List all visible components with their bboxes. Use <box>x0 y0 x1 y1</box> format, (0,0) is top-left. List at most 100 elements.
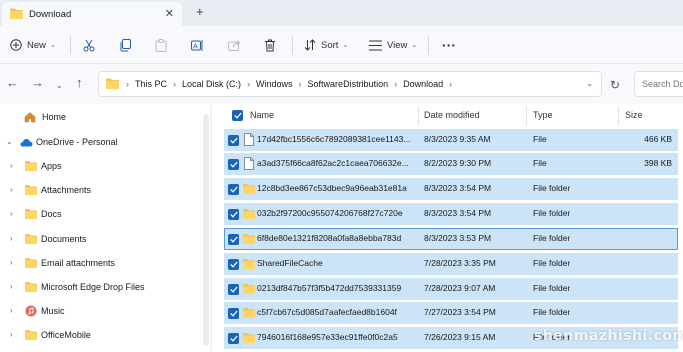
address-bar[interactable]: › This PC › Local Disk (C:) › Windows › … <box>98 71 602 97</box>
breadcrumb-this-pc[interactable]: This PC <box>135 79 167 89</box>
more-icon: ··· <box>442 37 456 53</box>
row-checkbox[interactable] <box>228 234 239 245</box>
table-row[interactable]: SharedFileCache 7/28/2023 3:35 PM File f… <box>224 253 678 275</box>
folder-icon <box>25 330 37 342</box>
nav-item-email-attachments[interactable]: › Email attachments <box>0 252 200 274</box>
column-date-modified[interactable]: Date modified <box>424 110 480 120</box>
row-checkbox[interactable] <box>228 259 239 270</box>
tab-download[interactable]: Download ✕ <box>2 2 182 26</box>
chevron-right-icon[interactable]: › <box>10 258 13 267</box>
copy-button[interactable] <box>119 26 131 64</box>
divider <box>70 36 71 54</box>
address-dropdown-chevron-icon[interactable]: ⌄ <box>586 79 593 88</box>
file-name: 6f8de80e1321f8208a0fa8a8ebba783d <box>257 233 402 243</box>
column-divider[interactable] <box>418 106 419 126</box>
view-button[interactable]: View ⌄ <box>369 26 417 64</box>
column-type[interactable]: Type <box>533 110 553 120</box>
row-checkbox[interactable] <box>228 333 239 344</box>
nav-item-onedrive[interactable]: ⌄ OneDrive - Personal <box>0 131 200 153</box>
share-button[interactable] <box>228 26 241 64</box>
chevron-right-icon[interactable]: › <box>10 209 13 218</box>
chevron-right-icon[interactable]: › <box>247 79 250 89</box>
nav-item-edge-drop-files[interactable]: › Microsoft Edge Drop Files <box>0 276 200 298</box>
breadcrumb-download[interactable]: Download <box>403 79 443 89</box>
nav-item-documents[interactable]: › Documents <box>0 228 200 250</box>
file-date: 8/3/2023 3:53 PM <box>424 233 492 243</box>
chevron-right-icon[interactable]: › <box>173 79 176 89</box>
chevron-right-icon[interactable]: › <box>299 79 302 89</box>
paste-button[interactable] <box>155 26 167 64</box>
copy-icon <box>119 38 131 52</box>
plus-icon[interactable]: + <box>196 4 204 19</box>
sort-label: Sort <box>321 39 339 51</box>
chevron-right-icon[interactable]: › <box>10 161 13 170</box>
delete-button[interactable] <box>264 26 276 64</box>
refresh-icon[interactable]: ↻ <box>610 78 620 92</box>
chevron-right-icon[interactable]: › <box>10 330 13 339</box>
column-size[interactable]: Size <box>625 110 643 120</box>
sort-button[interactable]: Sort ⌄ <box>304 26 348 64</box>
breadcrumb-windows[interactable]: Windows <box>256 79 293 89</box>
rename-button[interactable]: A <box>191 26 204 64</box>
row-checkbox[interactable] <box>228 184 239 195</box>
row-checkbox[interactable] <box>228 284 239 295</box>
trash-icon <box>264 39 276 52</box>
table-row[interactable]: c5f7cb67c5d085d7aafecfaed8b1604f 7/27/20… <box>224 302 678 324</box>
column-divider[interactable] <box>618 106 619 126</box>
new-button[interactable]: New ⌄ <box>10 26 56 64</box>
nav-item-officemobile[interactable]: › OfficeMobile <box>0 324 200 346</box>
row-checkbox[interactable] <box>228 135 239 146</box>
up-arrow-icon[interactable]: ↑ <box>76 76 83 90</box>
nav-item-apps[interactable]: › Apps <box>0 155 200 177</box>
search-input[interactable]: Search Do <box>634 71 683 97</box>
breadcrumb-local-disk[interactable]: Local Disk (C:) <box>182 79 241 89</box>
folder-icon <box>243 284 255 296</box>
chevron-right-icon[interactable]: › <box>10 185 13 194</box>
nav-scrollbar[interactable] <box>203 114 209 346</box>
sort-chevron-icon: ⌃ <box>470 104 476 109</box>
column-name[interactable]: Name <box>250 110 274 120</box>
chevron-down-icon[interactable]: ⌄ <box>6 137 13 146</box>
nav-item-music[interactable]: › Music <box>0 300 200 322</box>
table-row[interactable]: a3ad375f66ca8f62ac2c1caea706632e... 8/2/… <box>224 153 678 175</box>
command-bar: New ⌄ A Sort ⌄ View ⌄ ··· <box>0 26 683 64</box>
chevron-right-icon[interactable]: › <box>10 234 13 243</box>
row-checkbox[interactable] <box>228 308 239 319</box>
file-date: 8/3/2023 3:54 PM <box>424 208 492 218</box>
file-icon <box>244 157 254 172</box>
nav-label: Attachments <box>41 185 92 195</box>
close-icon[interactable]: ✕ <box>165 7 174 20</box>
breadcrumb-softwaredistribution[interactable]: SoftwareDistribution <box>308 79 389 89</box>
table-row[interactable]: 6f8de80e1321f8208a0fa8a8ebba783d 8/3/202… <box>224 228 678 250</box>
list-view-icon <box>369 40 382 51</box>
chevron-right-icon[interactable]: › <box>10 306 13 315</box>
row-checkbox[interactable] <box>228 159 239 170</box>
more-options-button[interactable]: ··· <box>442 26 456 64</box>
folder-icon <box>243 333 255 345</box>
table-row[interactable]: 0213df847b57f3f5b472dd7539331359 7/28/20… <box>224 278 678 300</box>
plus-circle-icon <box>10 39 22 51</box>
file-name: c5f7cb67c5d085d7aafecfaed8b1604f <box>257 307 397 317</box>
chevron-right-icon[interactable]: › <box>394 79 397 89</box>
column-divider[interactable] <box>526 106 527 126</box>
table-row[interactable]: 032b2f97200c955074206768f27c720e 8/3/202… <box>224 203 678 225</box>
table-row[interactable]: 12c8bd3ee867c53dbec9a96eab31e81a 8/3/202… <box>224 178 678 200</box>
nav-label: OfficeMobile <box>41 330 91 340</box>
chevron-right-icon[interactable]: › <box>10 282 13 291</box>
watermark: shenmazhishi.com <box>534 328 683 344</box>
chevron-right-icon[interactable]: › <box>449 79 452 89</box>
recent-chevron-icon[interactable]: ⌄ <box>56 79 63 93</box>
nav-item-docs[interactable]: › Docs <box>0 203 200 225</box>
row-checkbox[interactable] <box>228 209 239 220</box>
file-date: 8/3/2023 9:35 AM <box>424 134 491 144</box>
folder-icon <box>243 308 255 320</box>
back-arrow-icon[interactable]: ← <box>6 76 19 90</box>
scissors-icon <box>83 39 95 52</box>
nav-item-home[interactable]: Home <box>0 106 200 128</box>
cut-button[interactable] <box>83 26 95 64</box>
select-all-checkbox[interactable] <box>232 110 243 121</box>
forward-arrow-icon[interactable]: → <box>31 76 44 90</box>
nav-item-attachments[interactable]: › Attachments <box>0 179 200 201</box>
table-row[interactable]: 17d42fbc1556c6c7892089381cee1143... 8/3/… <box>224 129 678 151</box>
sort-icon <box>304 39 316 51</box>
